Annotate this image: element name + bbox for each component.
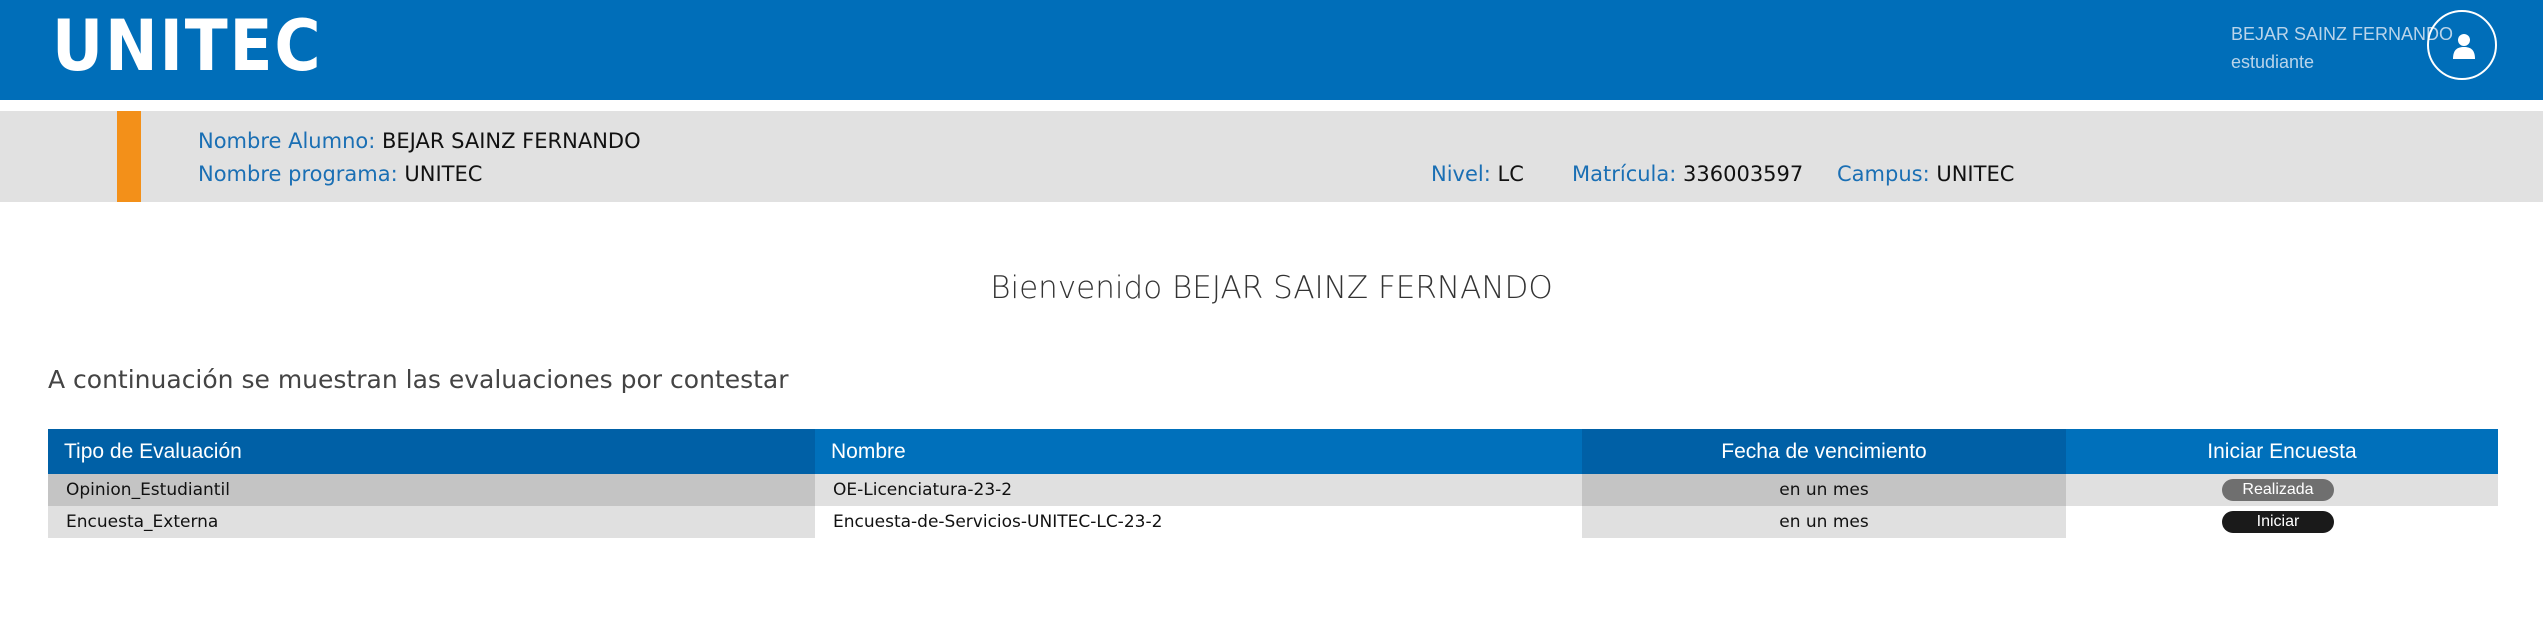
cell-due: en un mes bbox=[1582, 506, 2066, 538]
student-name-row: Nombre Alumno: BEJAR SAINZ FERNANDO bbox=[198, 127, 641, 155]
level-row: Nivel: LC bbox=[1431, 160, 1524, 188]
top-navbar: UNITEC BEJAR SAINZ FERNANDO estudiante bbox=[0, 0, 2543, 100]
accent-bar bbox=[117, 111, 141, 202]
campus-value: UNITEC bbox=[1936, 162, 2015, 186]
cell-due: en un mes bbox=[1582, 474, 2066, 506]
column-header-name: Nombre bbox=[815, 429, 1582, 474]
enrollment-row: Matrícula: 336003597 bbox=[1572, 160, 1803, 188]
program-value: UNITEC bbox=[404, 162, 483, 186]
welcome-heading: Bienvenido BEJAR SAINZ FERNANDO bbox=[990, 270, 1553, 306]
user-name: BEJAR SAINZ FERNANDO bbox=[2230, 24, 2453, 44]
column-header-due: Fecha de vencimiento bbox=[1582, 429, 2066, 474]
level-label: Nivel: bbox=[1431, 162, 1491, 186]
program-label: Nombre programa: bbox=[198, 162, 398, 186]
column-header-start: Iniciar Encuesta bbox=[2066, 429, 2498, 474]
table-row: Opinion_Estudiantil OE-Licenciatura-23-2… bbox=[48, 474, 2498, 506]
table-header: Tipo de Evaluación Nombre Fecha de venci… bbox=[48, 429, 2498, 474]
cell-name: Encuesta-de-Servicios-UNITEC-LC-23-2 bbox=[815, 506, 1582, 538]
start-survey-button[interactable]: Iniciar bbox=[2222, 511, 2334, 533]
enrollment-label: Matrícula: bbox=[1572, 162, 1677, 186]
completed-badge: Realizada bbox=[2222, 479, 2334, 501]
user-icon bbox=[2453, 34, 2475, 59]
cell-type: Encuesta_Externa bbox=[48, 506, 815, 538]
cell-type: Opinion_Estudiantil bbox=[48, 474, 815, 506]
campus-label: Campus: bbox=[1837, 162, 1930, 186]
student-name-value: BEJAR SAINZ FERNANDO bbox=[382, 129, 641, 153]
enrollment-value: 336003597 bbox=[1683, 162, 1804, 186]
table-row: Encuesta_Externa Encuesta-de-Servicios-U… bbox=[48, 506, 2498, 538]
evaluations-table: Tipo de Evaluación Nombre Fecha de venci… bbox=[48, 429, 2498, 538]
level-value: LC bbox=[1497, 162, 1524, 186]
intro-text: A continuación se muestran las evaluacio… bbox=[48, 365, 789, 394]
campus-row: Campus: UNITEC bbox=[1837, 160, 2014, 188]
program-row: Nombre programa: UNITEC bbox=[198, 160, 482, 188]
unitec-logo[interactable]: UNITEC bbox=[52, 8, 322, 84]
user-info: BEJAR SAINZ FERNANDO estudiante bbox=[2231, 20, 2453, 76]
cell-action: Iniciar bbox=[2066, 506, 2498, 538]
cell-name: OE-Licenciatura-23-2 bbox=[815, 474, 1582, 506]
cell-action: Realizada bbox=[2066, 474, 2498, 506]
user-role: estudiante bbox=[2230, 52, 2315, 72]
column-header-type: Tipo de Evaluación bbox=[48, 429, 815, 474]
student-name-label: Nombre Alumno: bbox=[198, 129, 376, 153]
student-info-bar: Nombre Alumno: BEJAR SAINZ FERNANDO Nomb… bbox=[0, 111, 2543, 202]
user-avatar-button[interactable] bbox=[2427, 10, 2497, 80]
